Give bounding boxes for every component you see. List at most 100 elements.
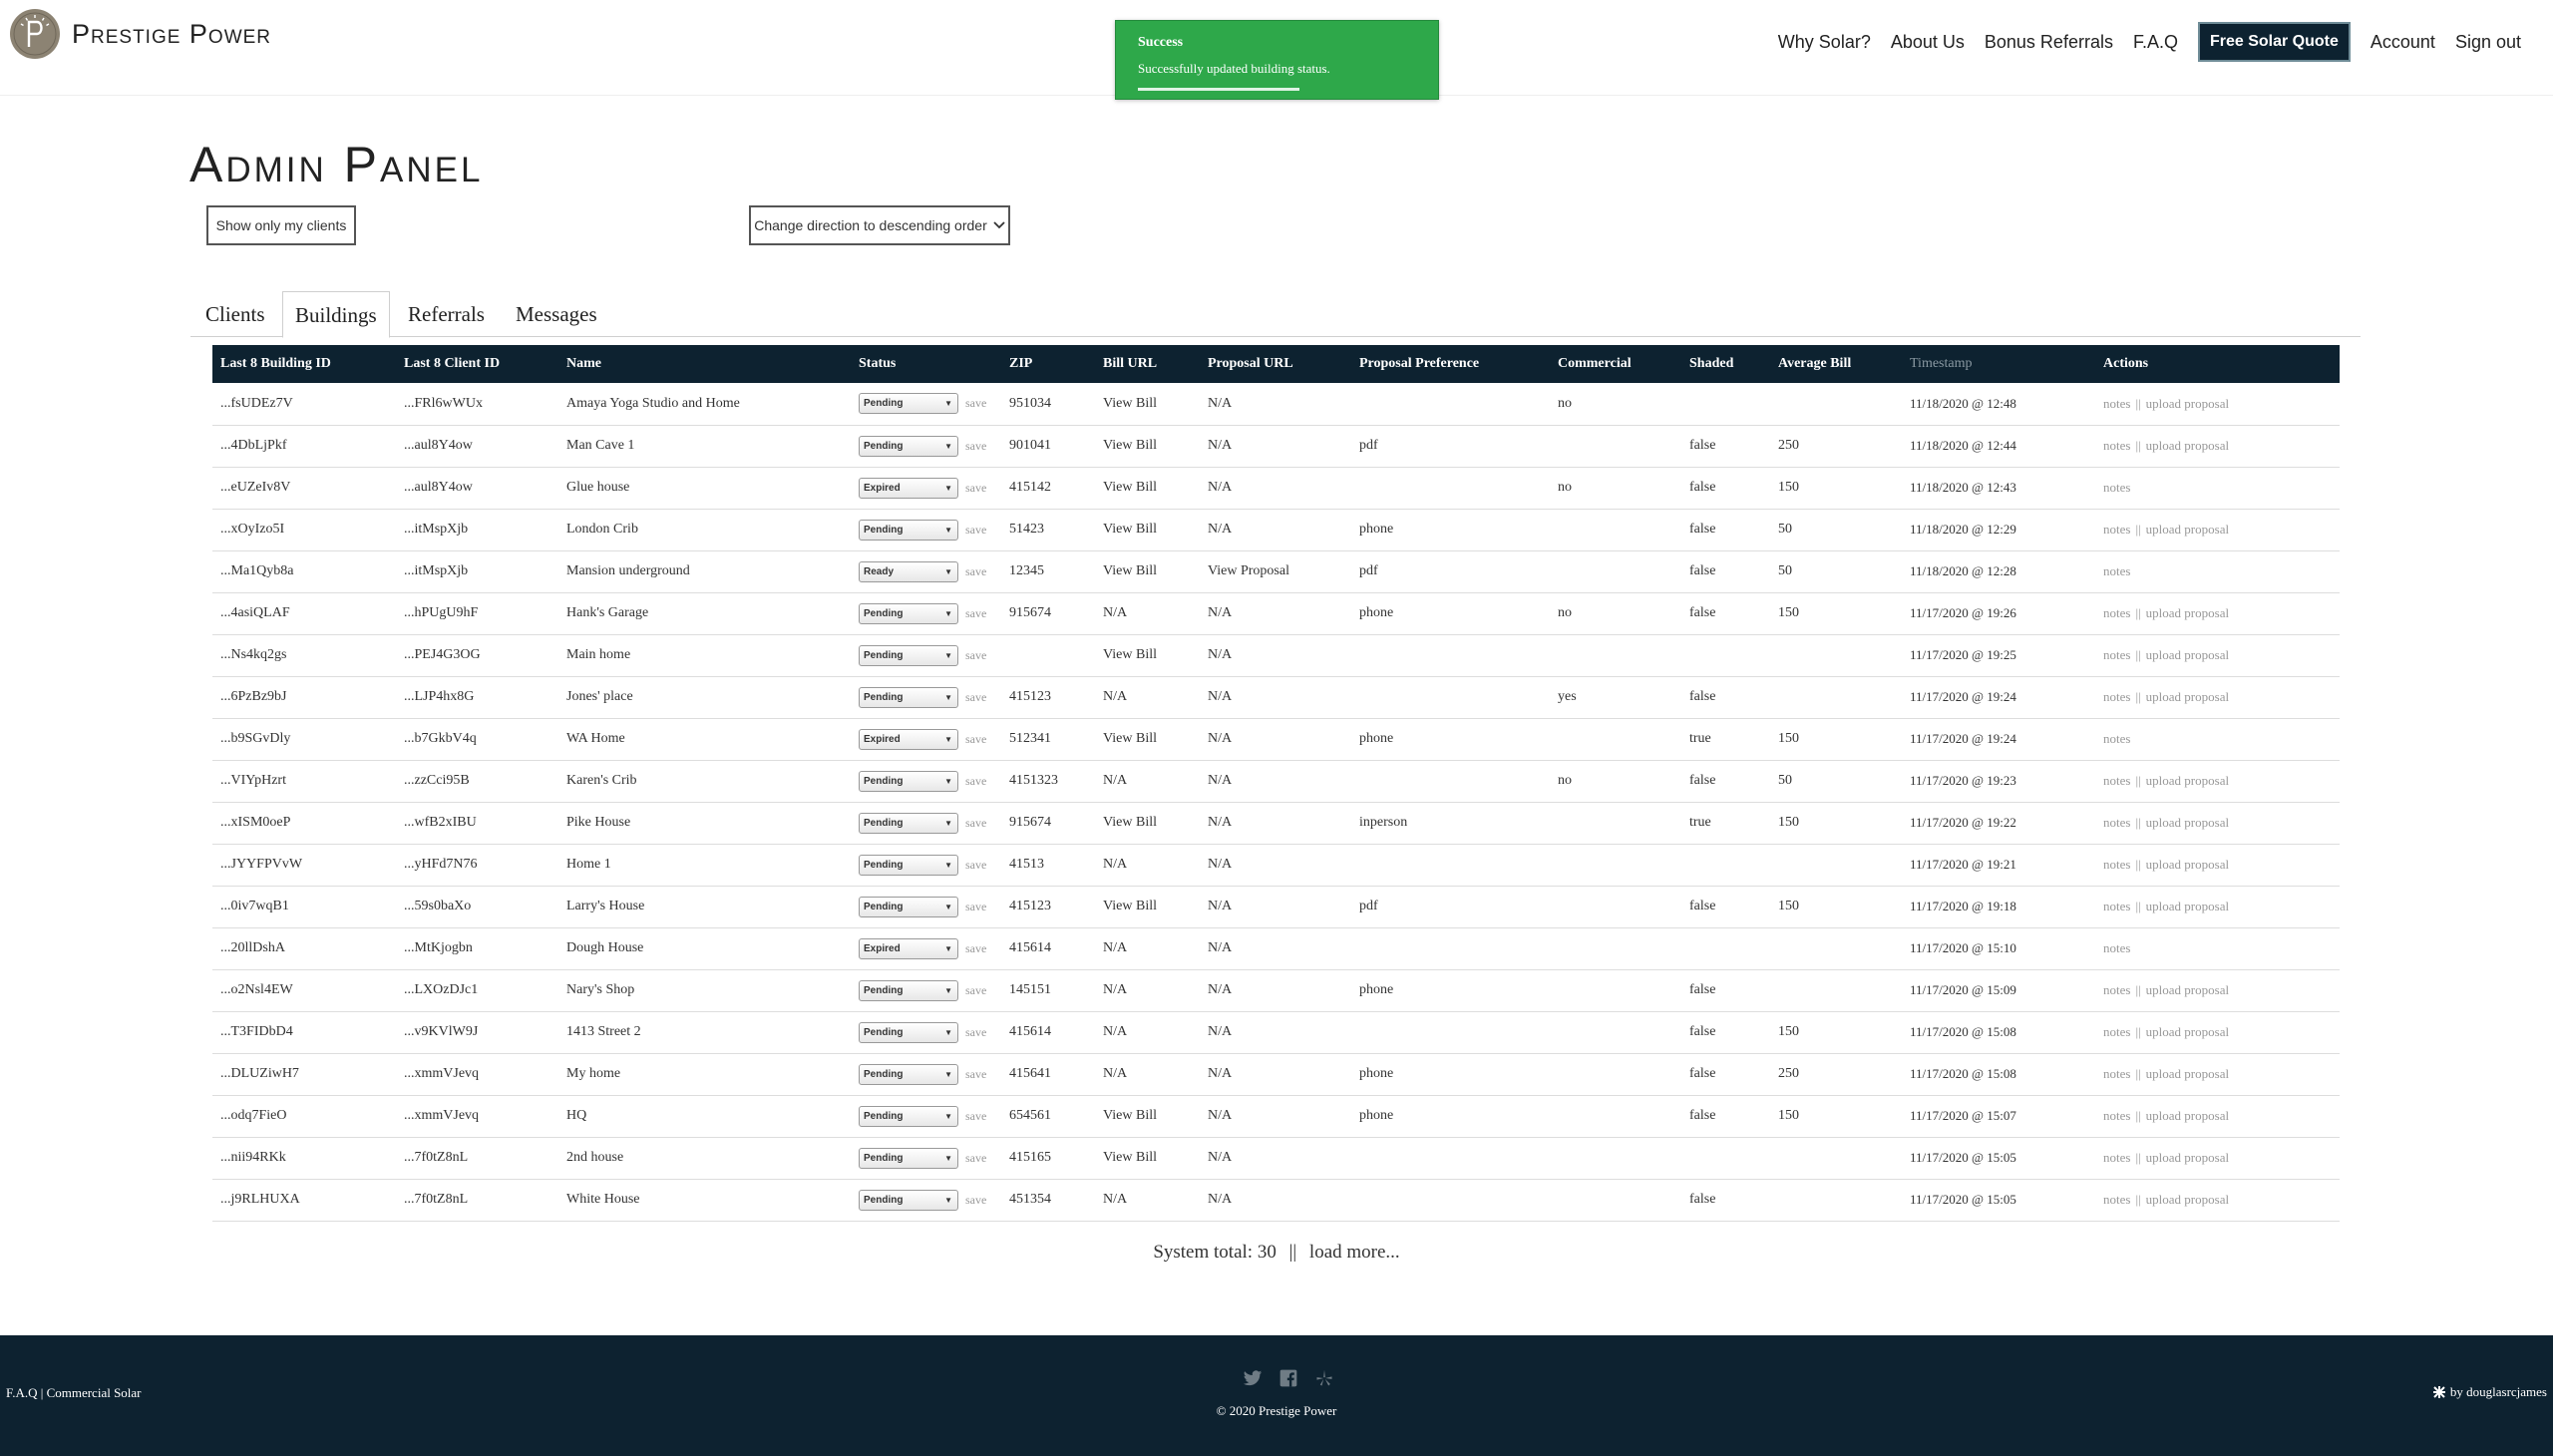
sort-direction-button[interactable]: Change direction to descending order — [749, 205, 1010, 245]
upload-proposal-link[interactable]: upload proposal — [2146, 982, 2229, 997]
upload-proposal-link[interactable]: upload proposal — [2146, 899, 2229, 913]
status-select[interactable]: Pending ▼ — [859, 812, 958, 834]
show-my-clients-button[interactable]: Show only my clients — [206, 205, 356, 245]
upload-proposal-link[interactable]: upload proposal — [2146, 689, 2229, 704]
save-button[interactable]: save — [965, 648, 986, 663]
cell-bill-url-text[interactable]: View Bill — [1103, 563, 1157, 578]
cell-bill-url-text[interactable]: View Bill — [1103, 1150, 1157, 1165]
save-button[interactable]: save — [965, 774, 986, 789]
notes-link[interactable]: notes — [2103, 731, 2130, 746]
cell-proposal-url-text[interactable]: View Proposal — [1208, 563, 1289, 578]
free-solar-quote-button[interactable]: Free Solar Quote — [2197, 22, 2351, 62]
save-button[interactable]: save — [965, 690, 986, 705]
cell-bill-url-text[interactable]: View Bill — [1103, 438, 1157, 453]
status-select[interactable]: Pending ▼ — [859, 979, 958, 1001]
cell-bill-url[interactable]: View Bill — [1095, 634, 1200, 677]
upload-proposal-link[interactable]: upload proposal — [2146, 773, 2229, 788]
header-timestamp[interactable]: Timestamp — [1902, 345, 2095, 383]
cell-bill-url-text[interactable]: View Bill — [1103, 396, 1157, 411]
cell-bill-url-text[interactable]: View Bill — [1103, 522, 1157, 537]
logo[interactable]: Prestige Power — [10, 9, 271, 59]
status-select[interactable]: Pending ▼ — [859, 644, 958, 666]
cell-bill-url[interactable]: View Bill — [1095, 802, 1200, 845]
status-select[interactable]: Expired ▼ — [859, 728, 958, 750]
status-select[interactable]: Expired ▼ — [859, 477, 958, 499]
status-select[interactable]: Pending ▼ — [859, 435, 958, 457]
save-button[interactable]: save — [965, 439, 986, 454]
notes-link[interactable]: notes — [2103, 396, 2130, 411]
cell-bill-url-text[interactable]: View Bill — [1103, 647, 1157, 662]
notes-link[interactable]: notes — [2103, 815, 2130, 830]
notes-link[interactable]: notes — [2103, 438, 2130, 453]
notes-link[interactable]: notes — [2103, 522, 2130, 537]
cell-bill-url-text[interactable]: View Bill — [1103, 1108, 1157, 1123]
notes-link[interactable]: notes — [2103, 1108, 2130, 1123]
save-button[interactable]: save — [965, 1193, 986, 1208]
tab-referrals[interactable]: Referrals — [396, 291, 497, 337]
save-button[interactable]: save — [965, 564, 986, 579]
footer-links[interactable]: F.A.Q | Commercial Solar — [6, 1385, 142, 1401]
notes-link[interactable]: notes — [2103, 605, 2130, 620]
cell-bill-url-text[interactable]: View Bill — [1103, 731, 1157, 746]
upload-proposal-link[interactable]: upload proposal — [2146, 438, 2229, 453]
save-button[interactable]: save — [965, 858, 986, 873]
cell-bill-url[interactable]: View Bill — [1095, 718, 1200, 761]
save-button[interactable]: save — [965, 396, 986, 411]
status-select[interactable]: Pending ▼ — [859, 602, 958, 624]
status-select[interactable]: Pending ▼ — [859, 854, 958, 876]
status-select[interactable]: Pending ▼ — [859, 896, 958, 917]
save-button[interactable]: save — [965, 983, 986, 998]
status-select[interactable]: Pending ▼ — [859, 519, 958, 541]
cell-bill-url[interactable]: View Bill — [1095, 550, 1200, 593]
notes-link[interactable]: notes — [2103, 1192, 2130, 1207]
status-select[interactable]: Pending ▼ — [859, 1147, 958, 1169]
status-select[interactable]: Ready ▼ — [859, 560, 958, 582]
nav-bonus-referrals[interactable]: Bonus Referrals — [1985, 32, 2113, 53]
status-select[interactable]: Pending ▼ — [859, 1063, 958, 1085]
yelp-icon[interactable] — [1314, 1368, 1334, 1388]
load-more-link[interactable]: load more... — [1309, 1242, 1400, 1263]
notes-link[interactable]: notes — [2103, 563, 2130, 578]
notes-link[interactable]: notes — [2103, 1024, 2130, 1039]
cell-bill-url[interactable]: View Bill — [1095, 1137, 1200, 1180]
status-select[interactable]: Pending ▼ — [859, 1105, 958, 1127]
status-select[interactable]: Pending ▼ — [859, 1021, 958, 1043]
upload-proposal-link[interactable]: upload proposal — [2146, 396, 2229, 411]
save-button[interactable]: save — [965, 1109, 986, 1124]
upload-proposal-link[interactable]: upload proposal — [2146, 647, 2229, 662]
status-select[interactable]: Expired ▼ — [859, 937, 958, 959]
upload-proposal-link[interactable]: upload proposal — [2146, 815, 2229, 830]
status-select[interactable]: Pending ▼ — [859, 1189, 958, 1211]
save-button[interactable]: save — [965, 1067, 986, 1082]
save-button[interactable]: save — [965, 1025, 986, 1040]
notes-link[interactable]: notes — [2103, 773, 2130, 788]
save-button[interactable]: save — [965, 816, 986, 831]
notes-link[interactable]: notes — [2103, 647, 2130, 662]
status-select[interactable]: Pending ▼ — [859, 686, 958, 708]
cell-bill-url[interactable]: View Bill — [1095, 886, 1200, 928]
save-button[interactable]: save — [965, 523, 986, 538]
save-button[interactable]: save — [965, 606, 986, 621]
cell-bill-url[interactable]: View Bill — [1095, 425, 1200, 468]
upload-proposal-link[interactable]: upload proposal — [2146, 605, 2229, 620]
status-select[interactable]: Pending ▼ — [859, 393, 958, 415]
notes-link[interactable]: notes — [2103, 899, 2130, 913]
upload-proposal-link[interactable]: upload proposal — [2146, 522, 2229, 537]
upload-proposal-link[interactable]: upload proposal — [2146, 1024, 2229, 1039]
cell-bill-url[interactable]: View Bill — [1095, 467, 1200, 510]
nav-why-solar[interactable]: Why Solar? — [1778, 32, 1871, 53]
notes-link[interactable]: notes — [2103, 857, 2130, 872]
save-button[interactable]: save — [965, 732, 986, 747]
tab-clients[interactable]: Clients — [193, 291, 277, 337]
tab-messages[interactable]: Messages — [504, 291, 609, 337]
nav-faq[interactable]: F.A.Q — [2133, 32, 2178, 53]
cell-bill-url[interactable]: View Bill — [1095, 1095, 1200, 1138]
success-toast[interactable]: Success Successfully updated building st… — [1115, 20, 1439, 100]
notes-link[interactable]: notes — [2103, 1066, 2130, 1081]
notes-link[interactable]: notes — [2103, 689, 2130, 704]
upload-proposal-link[interactable]: upload proposal — [2146, 857, 2229, 872]
tab-buildings[interactable]: Buildings — [282, 291, 390, 338]
save-button[interactable]: save — [965, 1151, 986, 1166]
notes-link[interactable]: notes — [2103, 940, 2130, 955]
nav-sign-out[interactable]: Sign out — [2455, 32, 2521, 53]
